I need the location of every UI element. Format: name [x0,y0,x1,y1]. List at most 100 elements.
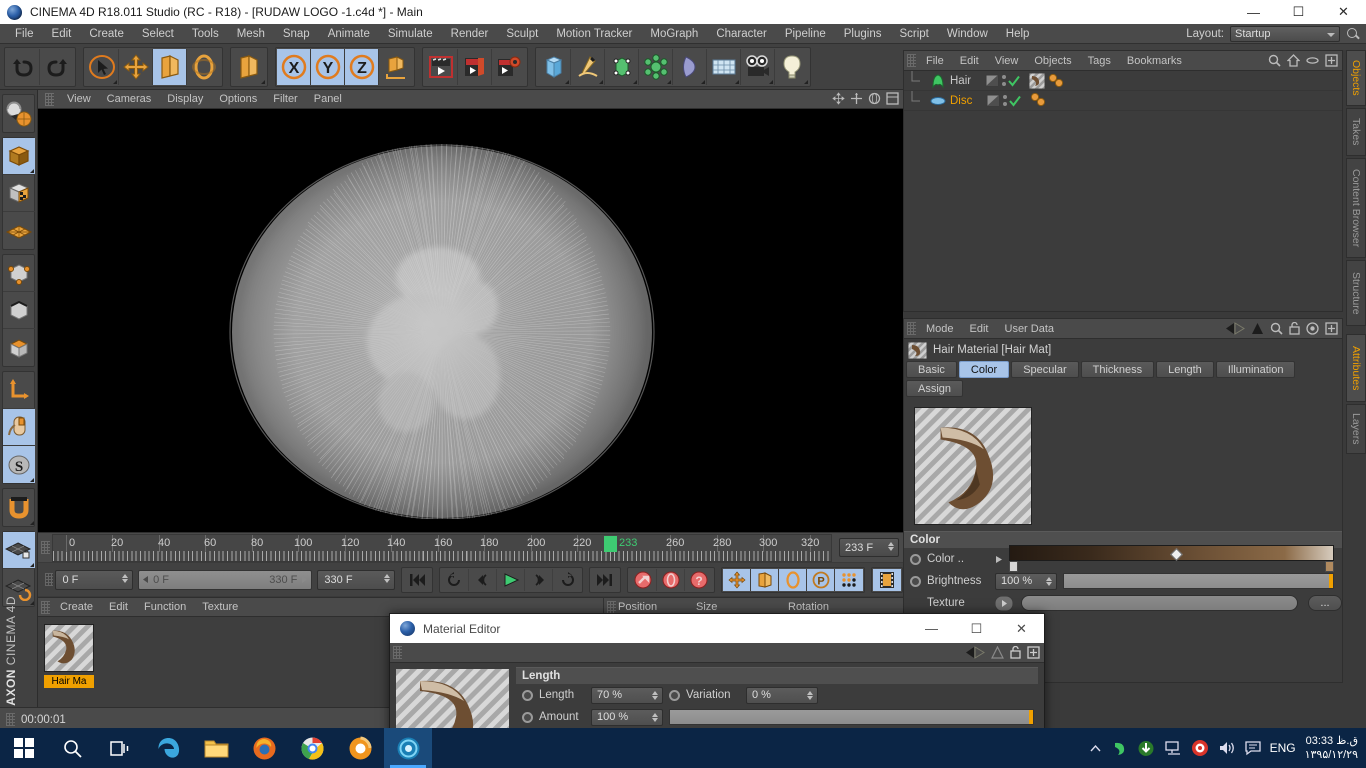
position-key-button[interactable] [723,568,751,591]
amount-radio-icon[interactable] [522,711,533,723]
panel-grip-icon[interactable] [393,646,402,659]
volume-icon[interactable] [1218,740,1236,756]
model-mode-button[interactable] [3,138,35,175]
notification-icon[interactable] [1244,740,1261,756]
redo-button[interactable] [40,49,74,85]
tab-length[interactable]: Length [1156,361,1214,378]
add-deformer-button[interactable] [673,48,707,85]
add-nurbs-button[interactable] [605,48,639,85]
maximize-button[interactable]: ☐ [1276,0,1321,24]
menu-edit[interactable]: Edit [43,24,81,44]
menu-simulate[interactable]: Simulate [379,24,442,44]
panel-grip-icon[interactable] [41,600,50,614]
menu-sculpt[interactable]: Sculpt [497,24,547,44]
go-to-start-button[interactable] [403,569,431,591]
menu-character[interactable]: Character [707,24,776,44]
chrome-icon[interactable] [288,728,336,768]
menu-snap[interactable]: Snap [274,24,319,44]
gradient-stop-left[interactable] [1009,561,1018,572]
timeline-playhead[interactable] [604,535,617,552]
display-toggle-icon[interactable] [985,74,999,87]
soft-selection-button[interactable]: S [3,446,35,483]
gradient-knob-icon[interactable] [1169,548,1183,561]
magnet-tool-button[interactable] [3,489,35,526]
texture-browse-button[interactable]: ... [1308,595,1342,611]
layout-select[interactable]: Startup [1230,25,1340,42]
range-left-arrow-icon[interactable] [141,575,150,584]
viewport-menu-cameras[interactable]: Cameras [99,90,160,109]
texture-expand-icon[interactable] [995,595,1013,611]
material-menu-function[interactable]: Function [136,598,194,617]
lock-z-button[interactable]: Z [345,48,379,85]
cinema4d-icon[interactable] [384,728,432,768]
current-frame-field[interactable]: 233 F [839,538,899,557]
loop-forward-button[interactable] [553,569,581,591]
menu-render[interactable]: Render [442,24,498,44]
object-axis-button[interactable] [3,372,35,409]
color-radio-icon[interactable] [910,553,921,565]
task-view-icon[interactable] [96,728,144,768]
keyframe-selection-button[interactable]: ? [685,569,713,591]
up-arrow-icon[interactable] [991,646,1004,659]
polygon-mode-button[interactable] [3,329,35,366]
attribute-menu-mode[interactable]: Mode [918,319,962,339]
spinner-icon[interactable] [652,712,658,722]
hair-material-tag[interactable] [1029,72,1046,89]
search-icon[interactable] [48,728,96,768]
display-toggle-icon[interactable] [986,94,1000,107]
brightness-field[interactable]: 100 % [995,572,1057,590]
brightness-slider[interactable] [1063,573,1334,589]
variation-radio-icon[interactable] [669,689,680,701]
menu-file[interactable]: File [6,24,43,44]
length-radio-icon[interactable] [522,689,533,701]
enabled-check-icon[interactable] [1008,75,1020,87]
record-active-objects-button[interactable] [629,568,657,591]
spinner-icon[interactable] [652,690,658,700]
start-button[interactable] [0,728,48,768]
lock-x-button[interactable]: X [277,48,311,85]
lock-y-button[interactable]: Y [311,48,345,85]
object-menu-file[interactable]: File [918,51,952,71]
undo-button[interactable] [6,48,40,85]
rotation-key-button[interactable] [779,568,807,591]
tab-basic[interactable]: Basic [906,361,957,378]
preview-range-slider[interactable]: 0 F 330 F [138,569,313,590]
edge-browser-icon[interactable] [144,728,192,768]
panel-grip-icon[interactable] [41,541,50,554]
lock-workplane-button[interactable] [3,532,35,569]
next-key-button[interactable] [525,568,553,591]
vtab-layers[interactable]: Layers [1346,404,1366,454]
viewport-menu-view[interactable]: View [59,90,99,109]
color-gradient-bar[interactable] [1009,545,1334,561]
menu-motion-tracker[interactable]: Motion Tracker [547,24,641,44]
enabled-check-icon[interactable] [1009,95,1022,107]
menu-pipeline[interactable]: Pipeline [776,24,835,44]
antivirus-icon[interactable] [1191,739,1209,757]
viewport-solo-button[interactable] [3,409,35,446]
amount-slider[interactable] [669,709,1034,725]
add-light-button[interactable] [775,49,809,85]
menu-animate[interactable]: Animate [319,24,379,44]
attribute-menu-user-data[interactable]: User Data [997,319,1063,339]
play-button[interactable] [497,568,525,591]
spinner-icon[interactable] [1046,576,1052,586]
color-gradient-control[interactable] [1009,545,1334,573]
play-backwards-loop-button[interactable] [441,568,469,591]
end-frame-field[interactable]: 330 F [317,569,395,590]
vtab-takes[interactable]: Takes [1346,108,1366,156]
viewport-canvas[interactable] [38,109,903,532]
plus-box-icon[interactable] [1325,322,1338,335]
menu-help[interactable]: Help [997,24,1039,44]
start-frame-field[interactable]: 0 F [55,569,134,590]
tab-specular[interactable]: Specular [1011,361,1079,378]
search-icon[interactable] [1270,322,1283,335]
expand-arrow-icon[interactable] [995,555,1003,564]
point-mode-button[interactable] [3,255,35,292]
visibility-dots-icon[interactable] [1001,73,1006,89]
attribute-menu-edit[interactable]: Edit [962,319,997,339]
ellipse-icon[interactable] [1306,54,1319,67]
firefox-icon[interactable] [240,728,288,768]
target-icon[interactable] [1306,322,1319,335]
material-menu-edit[interactable]: Edit [101,598,136,617]
scale-key-button[interactable] [751,568,779,591]
